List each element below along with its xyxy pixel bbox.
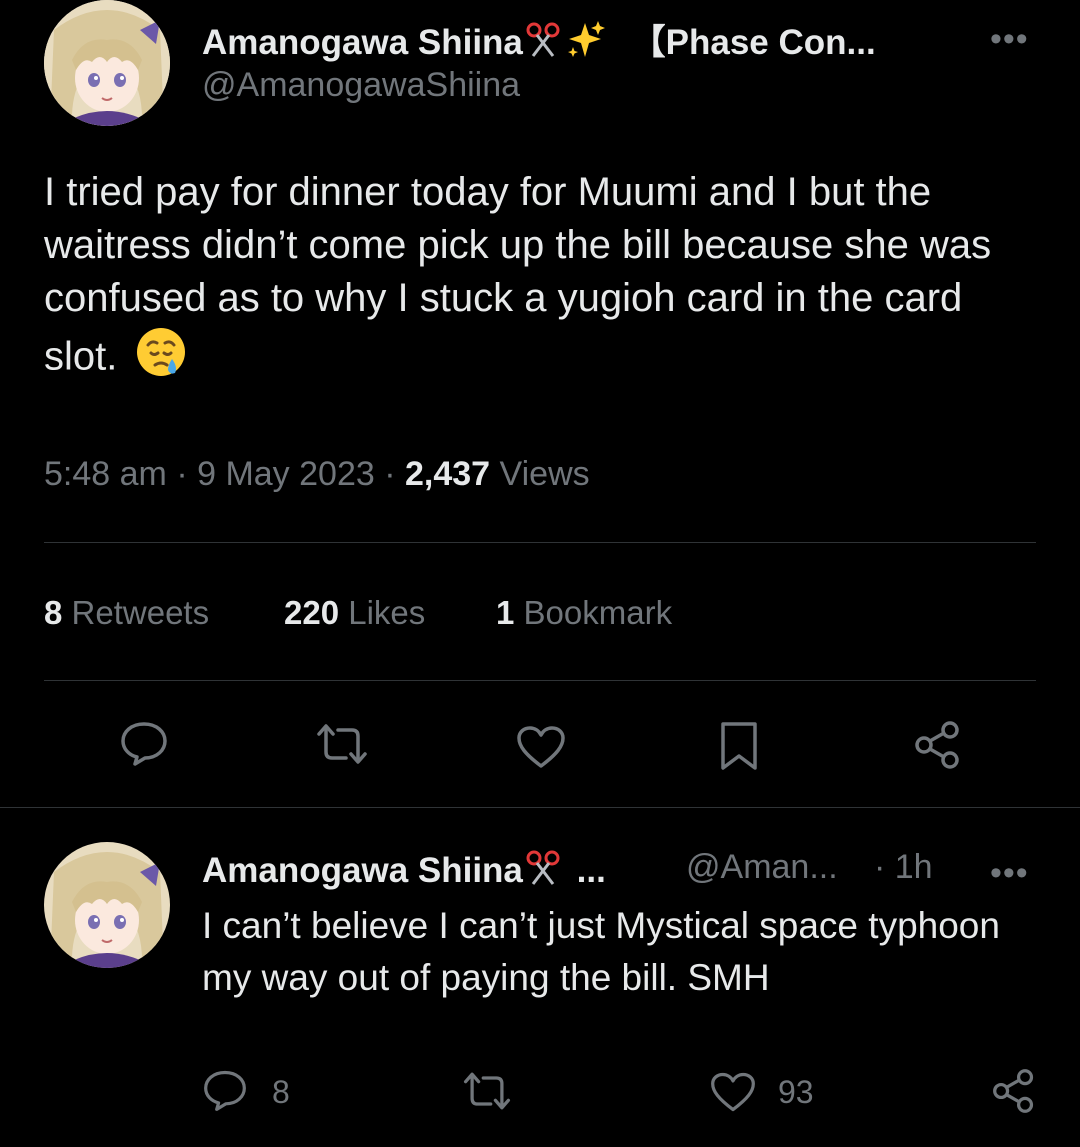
sparkles-icon (565, 19, 607, 70)
views-count: 2,437 (405, 455, 491, 493)
likes-label: Likes (348, 594, 426, 631)
reply-reply-count: 8 (272, 1074, 290, 1110)
reply-text: I can’t believe I can’t just Mystical sp… (202, 905, 1000, 998)
divider (44, 542, 1036, 543)
share-icon (993, 1069, 1034, 1113)
retweets-stat[interactable]: 8 Retweets (44, 594, 209, 632)
reply-author-handle[interactable]: @Aman... (686, 848, 838, 887)
tweet-meta: 5:48 am · 9 May 2023 · 2,437 Views (44, 455, 590, 494)
reply-button[interactable] (119, 720, 169, 766)
bookmarks-label: Bookmark (523, 594, 673, 631)
scissors-icon (523, 848, 563, 897)
author-name-suffix: 【Phase Con... (630, 23, 876, 62)
reply-share-button[interactable] (990, 1068, 1038, 1114)
avatar-image (44, 842, 170, 968)
divider (0, 807, 1080, 808)
reply-display-name: Amanogawa Shiina (202, 850, 523, 890)
reply-icon (204, 1070, 246, 1111)
reply-like-count: 93 (778, 1074, 814, 1110)
divider (44, 680, 1036, 681)
bookmark-icon (721, 722, 757, 770)
author-handle[interactable]: @AmanogawaShiina (202, 66, 520, 105)
reply-author-name[interactable]: Amanogawa Shiina ... (202, 848, 606, 897)
avatar-image (44, 0, 170, 126)
like-button[interactable] (515, 724, 567, 770)
reply-time[interactable]: · 1h (874, 848, 933, 887)
meta-separator: · (176, 455, 188, 493)
crying-face-emoji (134, 325, 188, 393)
tweet-date[interactable]: 9 May 2023 (197, 455, 375, 493)
scissors-icon (523, 20, 563, 69)
likes-stat[interactable]: 220 Likes (284, 594, 425, 632)
tweet-body: I tried pay for dinner today for Muumi a… (44, 166, 1044, 393)
reply-like-button[interactable] (709, 1070, 757, 1114)
retweet-button[interactable] (313, 722, 371, 766)
bookmarks-stat[interactable]: 1 Bookmark (496, 594, 672, 632)
share-button[interactable] (912, 720, 964, 770)
bookmark-button[interactable] (718, 720, 760, 772)
reply-author-avatar[interactable] (44, 842, 170, 968)
retweet-icon (317, 724, 367, 764)
tweet-time[interactable]: 5:48 am (44, 455, 167, 493)
retweet-icon (463, 1072, 511, 1110)
reply-reply-button[interactable] (202, 1068, 248, 1112)
heart-icon (711, 1072, 755, 1112)
author-name[interactable]: Amanogawa Shiina 【Phase Con... (202, 14, 876, 70)
more-options-button[interactable]: ••• (990, 22, 1029, 56)
bookmarks-count: 1 (496, 594, 515, 631)
retweets-label: Retweets (71, 594, 210, 631)
meta-separator: · (384, 455, 396, 493)
author-display-name: Amanogawa Shiina (202, 23, 523, 62)
likes-count: 220 (284, 594, 340, 631)
share-icon (915, 721, 959, 769)
heart-icon (517, 726, 565, 768)
views-label: Views (499, 455, 590, 493)
retweets-count: 8 (44, 594, 63, 631)
reply-name-ellipsis: ... (576, 850, 606, 890)
reply-icon (121, 722, 167, 766)
reply-retweet-button[interactable] (460, 1070, 514, 1112)
author-avatar[interactable] (44, 0, 170, 126)
reply-more-options-button[interactable]: ••• (990, 856, 1029, 890)
